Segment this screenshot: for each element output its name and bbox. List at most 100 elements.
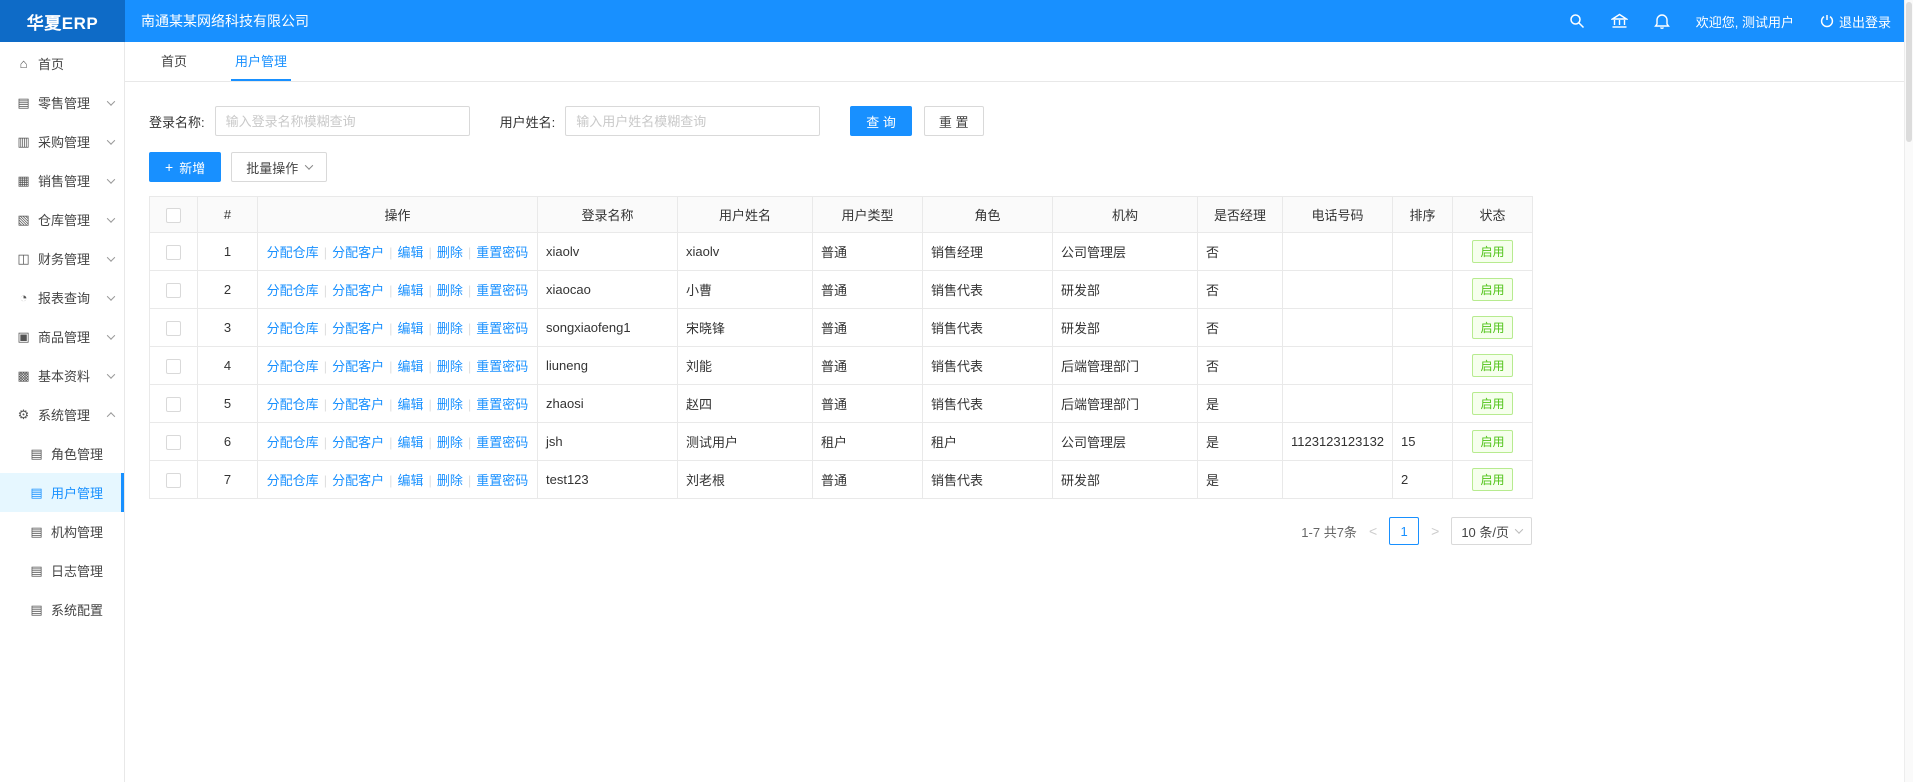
row-checkbox[interactable]: [166, 435, 181, 450]
scrollbar-thumb[interactable]: [1906, 2, 1912, 142]
action-link-delete[interactable]: 删除: [437, 321, 463, 336]
action-link-assign-warehouse[interactable]: 分配仓库: [267, 321, 319, 336]
status-badge[interactable]: 启用: [1472, 468, 1512, 491]
sidebar-subitem-role-mgmt[interactable]: ▤角色管理: [0, 434, 124, 473]
action-link-assign-warehouse[interactable]: 分配仓库: [267, 397, 319, 412]
prev-page-button[interactable]: <: [1365, 523, 1381, 539]
action-separator: |: [468, 473, 471, 488]
row-checkbox[interactable]: [166, 283, 181, 298]
sidebar-subitem-user-mgmt[interactable]: ▤用户管理: [0, 473, 124, 512]
sidebar-item-basedata[interactable]: ▩基本资料: [0, 356, 124, 395]
row-checkbox[interactable]: [166, 245, 181, 260]
login-name-input[interactable]: [215, 106, 470, 136]
row-phone: [1283, 233, 1393, 271]
vertical-scrollbar[interactable]: [1904, 0, 1913, 782]
row-checkbox[interactable]: [166, 321, 181, 336]
sidebar-subitem-sys-config[interactable]: ▤系统配置: [0, 590, 124, 629]
action-link-reset-password[interactable]: 重置密码: [476, 321, 528, 336]
pagination: 1-7 共7条 < 1 > 10 条/页: [149, 517, 1532, 545]
doc-icon: ▤: [29, 602, 44, 618]
action-link-assign-customer[interactable]: 分配客户: [332, 473, 384, 488]
sidebar-item-sales[interactable]: ▦销售管理: [0, 161, 124, 200]
sidebar-subitem-log-mgmt[interactable]: ▤日志管理: [0, 551, 124, 590]
chevron-down-icon: [107, 370, 115, 378]
bank-icon[interactable]: [1611, 13, 1628, 29]
action-link-edit[interactable]: 编辑: [397, 321, 423, 336]
sidebar-item-warehouse[interactable]: ▧仓库管理: [0, 200, 124, 239]
status-badge[interactable]: 启用: [1472, 278, 1512, 301]
row-checkbox-cell: [150, 423, 198, 461]
action-link-delete[interactable]: 删除: [437, 473, 463, 488]
action-link-assign-warehouse[interactable]: 分配仓库: [267, 473, 319, 488]
action-link-assign-customer[interactable]: 分配客户: [332, 283, 384, 298]
action-link-delete[interactable]: 删除: [437, 245, 463, 260]
next-page-button[interactable]: >: [1427, 523, 1443, 539]
action-link-assign-customer[interactable]: 分配客户: [332, 321, 384, 336]
table-row: 4分配仓库|分配客户|编辑|删除|重置密码liuneng刘能普通销售代表后端管理…: [150, 347, 1533, 385]
action-link-reset-password[interactable]: 重置密码: [476, 397, 528, 412]
status-badge[interactable]: 启用: [1472, 354, 1512, 377]
page-size-select[interactable]: 10 条/页: [1451, 517, 1532, 545]
row-org: 后端管理部门: [1053, 385, 1198, 423]
action-link-delete[interactable]: 删除: [437, 359, 463, 374]
user-name-input[interactable]: [565, 106, 820, 136]
row-checkbox[interactable]: [166, 397, 181, 412]
status-badge[interactable]: 启用: [1472, 430, 1512, 453]
action-link-assign-customer[interactable]: 分配客户: [332, 359, 384, 374]
action-link-reset-password[interactable]: 重置密码: [476, 359, 528, 374]
action-link-assign-warehouse[interactable]: 分配仓库: [267, 435, 319, 450]
bell-icon[interactable]: [1654, 13, 1670, 29]
row-checkbox[interactable]: [166, 473, 181, 488]
select-all-checkbox[interactable]: [166, 208, 181, 223]
action-separator: |: [389, 397, 392, 412]
table-row: 7分配仓库|分配客户|编辑|删除|重置密码test123刘老根普通销售代表研发部…: [150, 461, 1533, 499]
row-type: 普通: [813, 385, 923, 423]
tab-user-mgmt[interactable]: 用户管理: [231, 42, 291, 81]
action-link-edit[interactable]: 编辑: [397, 359, 423, 374]
action-link-reset-password[interactable]: 重置密码: [476, 473, 528, 488]
action-link-assign-warehouse[interactable]: 分配仓库: [267, 245, 319, 260]
sidebar-item-system[interactable]: ⚙系统管理: [0, 395, 124, 434]
batch-operations-button[interactable]: 批量操作: [231, 152, 327, 182]
action-link-edit[interactable]: 编辑: [397, 435, 423, 450]
power-icon: [1820, 14, 1834, 28]
warehouse-icon: ▧: [16, 212, 31, 228]
status-badge[interactable]: 启用: [1472, 240, 1512, 263]
sidebar-item-purchase[interactable]: ▥采购管理: [0, 122, 124, 161]
sidebar-item-retail[interactable]: ▤零售管理: [0, 83, 124, 122]
action-link-edit[interactable]: 编辑: [397, 473, 423, 488]
action-link-delete[interactable]: 删除: [437, 397, 463, 412]
action-link-reset-password[interactable]: 重置密码: [476, 245, 528, 260]
action-link-assign-warehouse[interactable]: 分配仓库: [267, 359, 319, 374]
action-link-delete[interactable]: 删除: [437, 435, 463, 450]
action-link-reset-password[interactable]: 重置密码: [476, 283, 528, 298]
row-checkbox[interactable]: [166, 359, 181, 374]
sidebar-item-finance[interactable]: ◫财务管理: [0, 239, 124, 278]
action-link-assign-customer[interactable]: 分配客户: [332, 435, 384, 450]
page-number[interactable]: 1: [1389, 517, 1419, 545]
action-link-edit[interactable]: 编辑: [397, 397, 423, 412]
reset-button[interactable]: 重 置: [924, 106, 984, 136]
status-badge[interactable]: 启用: [1472, 392, 1512, 415]
add-button[interactable]: + 新增: [149, 152, 221, 182]
action-link-edit[interactable]: 编辑: [397, 245, 423, 260]
action-link-assign-customer[interactable]: 分配客户: [332, 397, 384, 412]
row-manager: 是: [1198, 423, 1283, 461]
action-link-assign-warehouse[interactable]: 分配仓库: [267, 283, 319, 298]
status-badge[interactable]: 启用: [1472, 316, 1512, 339]
tab-home[interactable]: 首页: [157, 42, 191, 81]
action-link-reset-password[interactable]: 重置密码: [476, 435, 528, 450]
search-icon[interactable]: [1569, 13, 1585, 29]
sidebar-subitem-org-mgmt[interactable]: ▤机构管理: [0, 512, 124, 551]
action-link-delete[interactable]: 删除: [437, 283, 463, 298]
column-header: 角色: [923, 197, 1053, 233]
sidebar-item-report[interactable]: ◔报表查询: [0, 278, 124, 317]
logout-button[interactable]: 退出登录: [1820, 12, 1891, 31]
query-button[interactable]: 查 询: [850, 106, 912, 136]
sidebar-item-home[interactable]: ⌂首页: [0, 44, 124, 83]
column-header: 状态: [1453, 197, 1533, 233]
row-phone: [1283, 271, 1393, 309]
sidebar-item-goods[interactable]: ▣商品管理: [0, 317, 124, 356]
action-link-edit[interactable]: 编辑: [397, 283, 423, 298]
action-link-assign-customer[interactable]: 分配客户: [332, 245, 384, 260]
